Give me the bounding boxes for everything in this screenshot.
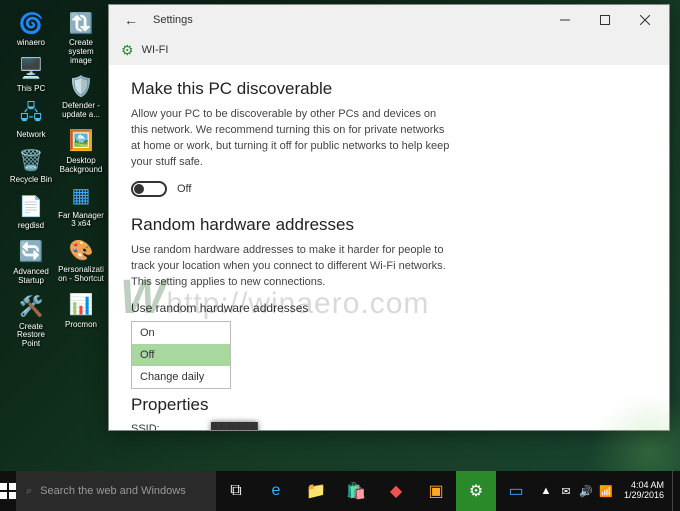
taskbar: ⌕ Search the web and Windows ⧉ e 📁 🛍️ ◆ ▣ ⚙ ▭ ▲… xyxy=(0,471,680,511)
desktop-icon-glyph: 🖥️ xyxy=(16,54,46,84)
random-hw-desc: Use random hardware addresses to make it… xyxy=(131,243,451,291)
gear-icon: ⚙ xyxy=(121,42,134,59)
desktop-icon-glyph: 🔄 xyxy=(16,237,46,267)
random-hw-heading: Random hardware addresses xyxy=(131,215,647,235)
desktop-icon[interactable]: 🛡️Defender - update a... xyxy=(58,69,104,122)
taskbar-app-app-orange[interactable]: ▣ xyxy=(416,471,456,511)
task-view-icon: ⧉ xyxy=(230,482,241,500)
desktop-icon-label: Create system image xyxy=(58,39,104,65)
tray-icon-3[interactable]: 📶 xyxy=(596,485,616,498)
tray-icon-1[interactable]: ✉ xyxy=(556,485,576,498)
properties-heading: Properties xyxy=(131,395,647,415)
desktop-icon-glyph: ▦ xyxy=(66,181,96,211)
property-key: SSID: xyxy=(131,423,211,430)
desktop-icon-label: This PC xyxy=(17,85,45,94)
desktop-icon-label: Create Restore Point xyxy=(8,323,54,349)
desktop-icon-glyph: 🌀 xyxy=(16,8,46,38)
random-hw-dropdown[interactable]: OnOffChange daily xyxy=(131,321,231,389)
dropdown-option[interactable]: On xyxy=(132,322,230,344)
tray-icon-2[interactable]: 🔊 xyxy=(576,485,596,498)
clock[interactable]: 4:04 AM 1/29/2016 xyxy=(616,481,672,501)
desktop-icon-label: Advanced Startup xyxy=(8,268,54,286)
dropdown-option[interactable]: Off xyxy=(132,344,230,366)
tray-icon-0[interactable]: ▲ xyxy=(536,485,556,498)
store-icon: 🛍️ xyxy=(346,481,366,501)
taskbar-app-app-red[interactable]: ◆ xyxy=(376,471,416,511)
app-red-icon: ◆ xyxy=(390,481,402,501)
show-desktop-button[interactable] xyxy=(672,471,678,511)
desktop-icons: 🌀winaero🖥️This PC🖧Network🗑️Recycle Bin📄r… xyxy=(8,6,104,351)
maximize-button[interactable] xyxy=(585,5,625,35)
start-button[interactable] xyxy=(0,471,16,511)
close-button[interactable] xyxy=(625,5,665,35)
desktop-icon[interactable]: 🎨Personalization - Shortcut xyxy=(58,233,104,286)
discoverable-heading: Make this PC discoverable xyxy=(131,79,647,99)
desktop-icon-label: Defender - update a... xyxy=(58,102,104,120)
search-input[interactable]: ⌕ Search the web and Windows xyxy=(16,471,216,511)
desktop-icon[interactable]: 🖥️This PC xyxy=(8,52,54,96)
search-placeholder: Search the web and Windows xyxy=(40,485,186,497)
dropdown-option[interactable]: Change daily xyxy=(132,366,230,388)
desktop-icon-label: Far Manager 3 x64 xyxy=(58,212,104,230)
property-value: ██████ xyxy=(211,423,258,430)
property-row: SSID:██████ xyxy=(131,423,647,430)
desktop-icon-glyph: 🛠️ xyxy=(16,292,46,322)
desktop-icon[interactable]: 🛠️Create Restore Point xyxy=(8,290,54,351)
desktop-icon[interactable]: 📄regdisd xyxy=(8,189,54,233)
desktop-icon[interactable]: 🔃Create system image xyxy=(58,6,104,67)
edge-icon: e xyxy=(272,482,281,500)
desktop-icon-glyph: 🗑️ xyxy=(16,145,46,175)
app-blue-icon: ▭ xyxy=(508,481,523,501)
desktop-icon-glyph: 📊 xyxy=(66,290,96,320)
random-hw-sublabel: Use random hardware addresses xyxy=(131,301,647,315)
titlebar: ← Settings xyxy=(109,5,669,35)
desktop-icon-glyph: 🛡️ xyxy=(66,71,96,101)
taskbar-app-settings[interactable]: ⚙ xyxy=(456,471,496,511)
settings-content: Make this PC discoverable Allow your PC … xyxy=(109,65,669,430)
desktop-icon-label: regdisd xyxy=(18,222,44,231)
system-tray: ▲✉🔊📶 4:04 AM 1/29/2016 xyxy=(536,471,680,511)
desktop-icon[interactable]: 🔄Advanced Startup xyxy=(8,235,54,288)
taskbar-app-store[interactable]: 🛍️ xyxy=(336,471,376,511)
desktop-icon-label: Recycle Bin xyxy=(10,176,52,185)
taskbar-app-edge[interactable]: e xyxy=(256,471,296,511)
search-icon: ⌕ xyxy=(26,485,32,498)
desktop-icon[interactable]: 📊Procmon xyxy=(58,288,104,332)
file-explorer-icon: 📁 xyxy=(306,481,326,501)
desktop-icon-glyph: 🖼️ xyxy=(66,126,96,156)
back-button[interactable]: ← xyxy=(119,12,143,28)
desktop-icon[interactable]: 🖧Network xyxy=(8,98,54,142)
desktop-icon-label: Personalization - Shortcut xyxy=(58,266,104,284)
toggle-label: Off xyxy=(177,183,191,195)
desktop-icon[interactable]: 🖼️Desktop Background xyxy=(58,124,104,177)
desktop-icon-glyph: 🎨 xyxy=(66,235,96,265)
page-header: ⚙ WI-FI xyxy=(109,35,669,65)
desktop-icon-label: Network xyxy=(16,131,45,140)
desktop-icon-label: Desktop Background xyxy=(58,157,104,175)
app-title: Settings xyxy=(153,14,193,26)
desktop-icon[interactable]: 🗑️Recycle Bin xyxy=(8,143,54,187)
desktop-icon-glyph: 📄 xyxy=(16,191,46,221)
desktop-icon-glyph: 🖧 xyxy=(16,100,46,130)
settings-icon: ⚙ xyxy=(469,481,483,501)
desktop-icon[interactable]: 🌀winaero xyxy=(8,6,54,50)
app-orange-icon: ▣ xyxy=(428,481,443,501)
desktop-area[interactable]: 🌀winaero🖥️This PC🖧Network🗑️Recycle Bin📄r… xyxy=(0,0,680,471)
desktop-icon-label: winaero xyxy=(17,39,45,48)
desktop-icon-glyph: 🔃 xyxy=(66,8,96,38)
minimize-button[interactable] xyxy=(545,5,585,35)
discoverable-desc: Allow your PC to be discoverable by othe… xyxy=(131,107,451,171)
settings-window: ← Settings ⚙ WI-FI Make this PC discover… xyxy=(108,4,670,431)
desktop-icon[interactable]: ▦Far Manager 3 x64 xyxy=(58,179,104,232)
taskbar-app-app-blue[interactable]: ▭ xyxy=(496,471,536,511)
discoverable-toggle[interactable]: Off xyxy=(131,181,647,197)
taskbar-app-file-explorer[interactable]: 📁 xyxy=(296,471,336,511)
desktop-icon-label: Procmon xyxy=(65,321,97,330)
page-title: WI-FI xyxy=(142,44,169,56)
taskbar-app-task-view[interactable]: ⧉ xyxy=(216,471,256,511)
